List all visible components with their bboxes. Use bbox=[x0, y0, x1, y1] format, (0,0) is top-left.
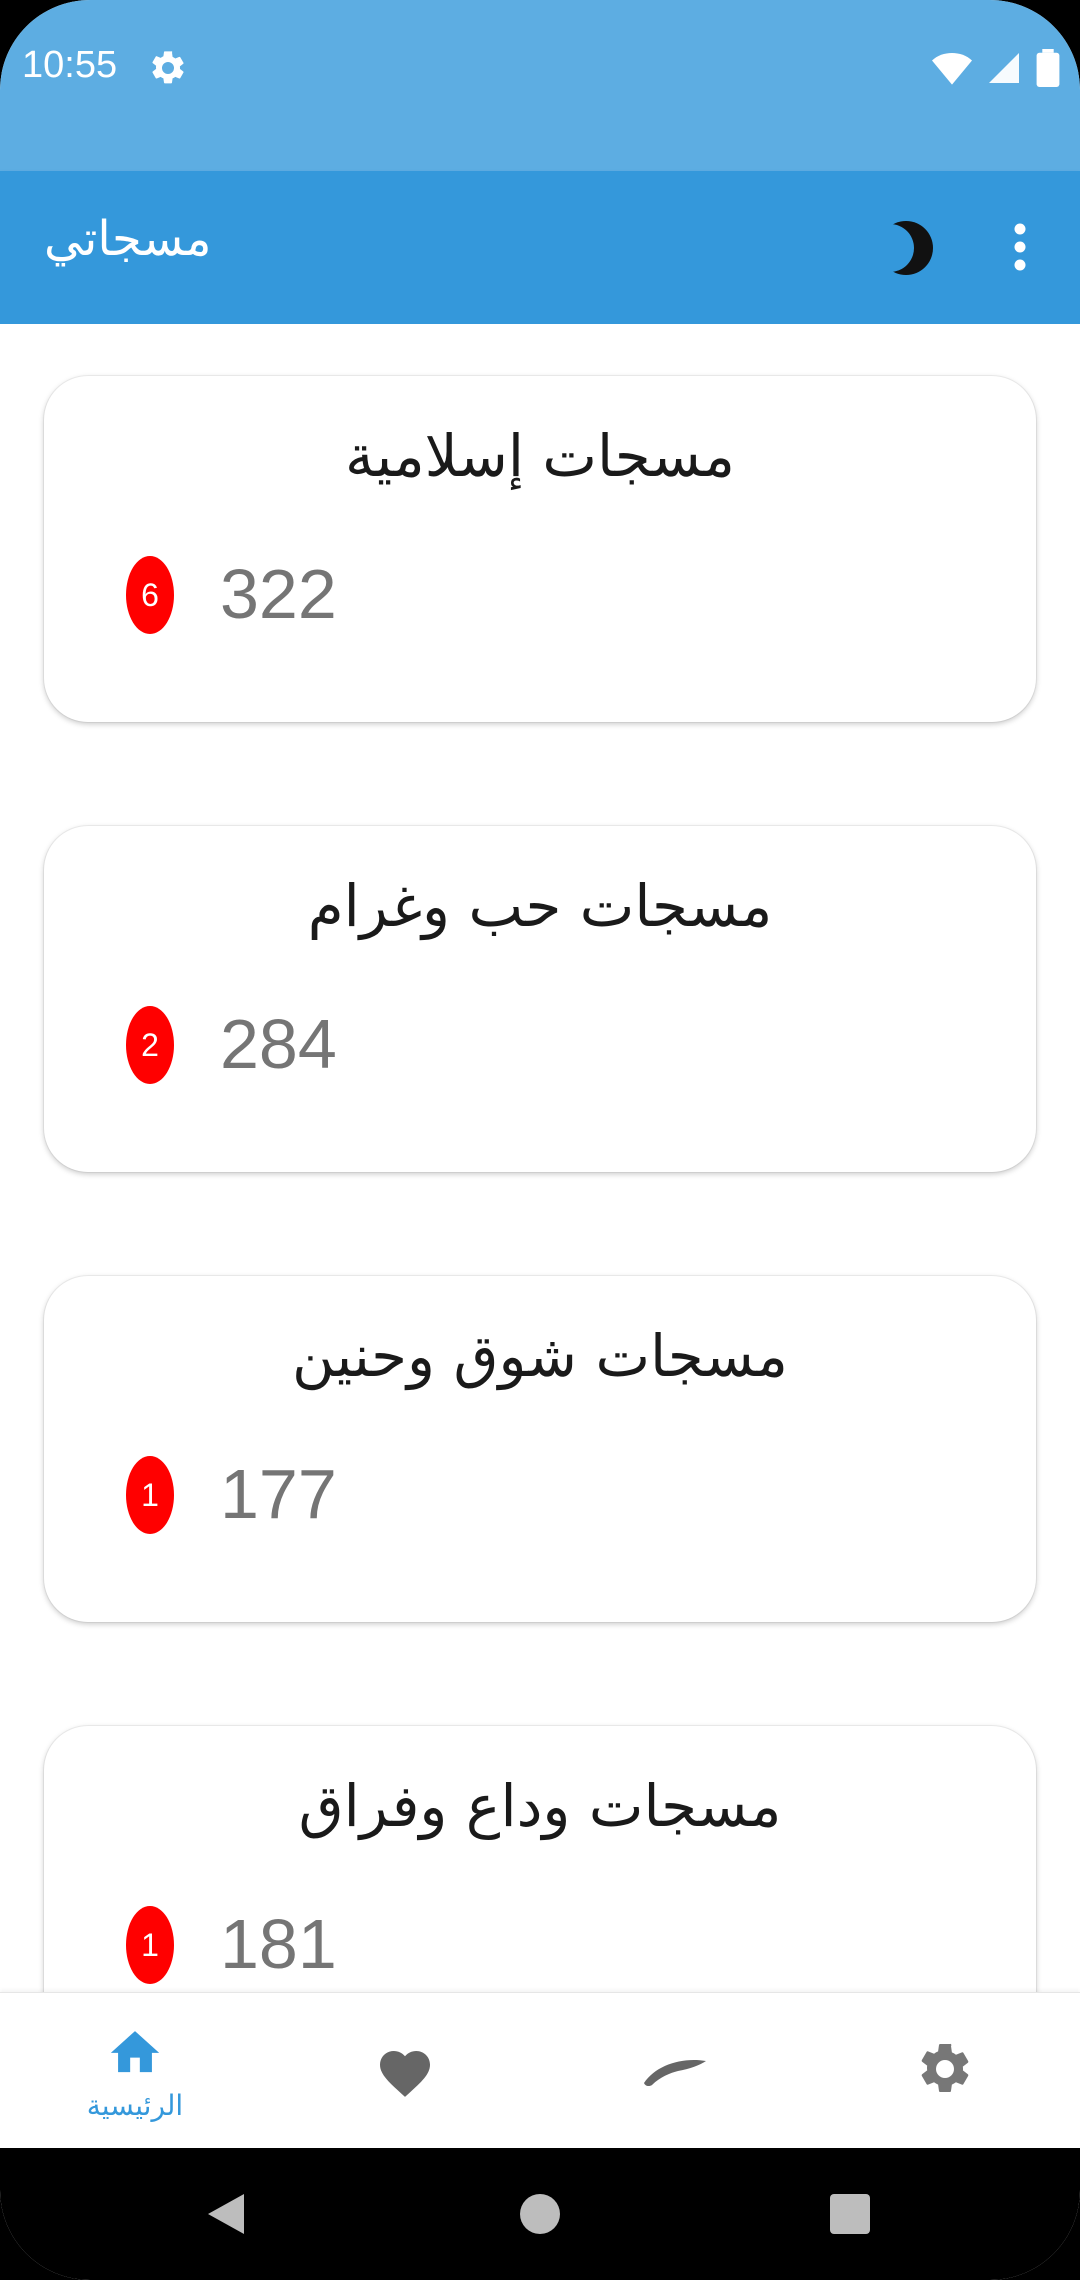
nav-item-settings[interactable] bbox=[810, 1993, 1080, 2149]
bottom-navigation: الرئيسية bbox=[0, 1992, 1080, 2149]
more-vert-icon[interactable] bbox=[1000, 217, 1040, 277]
moon-icon[interactable] bbox=[870, 213, 940, 283]
category-card[interactable]: مسجات وداع وفراق 1 181 bbox=[44, 1726, 1036, 1992]
nav-item-favorites[interactable] bbox=[270, 1993, 540, 2149]
nav-label-home: الرئيسية bbox=[86, 2089, 184, 2122]
message-count: 181 bbox=[220, 1905, 337, 1983]
nav-item-write[interactable] bbox=[540, 1993, 810, 2149]
gear-icon bbox=[152, 51, 184, 84]
message-count: 284 bbox=[220, 1005, 337, 1083]
message-count: 322 bbox=[220, 555, 337, 633]
app-bar: مسجاتي bbox=[0, 171, 1080, 324]
device-screen: 10:55 مسجاتي مسجات إسلامية 6 322 مسجات ح… bbox=[0, 0, 1080, 2280]
app-title: مسجاتي bbox=[44, 211, 212, 267]
new-badge: 6 bbox=[126, 556, 174, 634]
category-title: مسجات إسلامية bbox=[345, 422, 735, 490]
category-title: مسجات حب وغرام bbox=[307, 872, 773, 940]
category-card[interactable]: مسجات إسلامية 6 322 bbox=[44, 376, 1036, 722]
category-card[interactable]: مسجات شوق وحنين 1 177 bbox=[44, 1276, 1036, 1622]
system-navigation-bar bbox=[0, 2148, 1080, 2280]
category-list[interactable]: مسجات إسلامية 6 322 مسجات حب وغرام 2 284… bbox=[0, 324, 1080, 1992]
feather-icon bbox=[644, 2059, 706, 2087]
signal-icon bbox=[989, 53, 1019, 83]
new-badge: 1 bbox=[126, 1906, 174, 1984]
battery-icon bbox=[1036, 49, 1060, 87]
category-title: مسجات شوق وحنين bbox=[292, 1322, 788, 1390]
home-circle-icon[interactable] bbox=[518, 2192, 562, 2236]
nav-item-home[interactable]: الرئيسية bbox=[0, 1993, 270, 2149]
wifi-icon bbox=[932, 53, 972, 85]
heart-icon bbox=[380, 2051, 430, 2097]
recents-icon[interactable] bbox=[828, 2192, 872, 2236]
home-icon bbox=[110, 2031, 160, 2073]
status-bar: 10:55 bbox=[0, 0, 1080, 171]
category-title: مسجات وداع وفراق bbox=[298, 1772, 782, 1840]
message-count: 177 bbox=[220, 1455, 337, 1533]
status-icons bbox=[932, 48, 1060, 88]
new-badge: 2 bbox=[126, 1006, 174, 1084]
new-badge: 1 bbox=[126, 1456, 174, 1534]
status-time: 10:55 bbox=[22, 44, 118, 86]
category-card[interactable]: مسجات حب وغرام 2 284 bbox=[44, 826, 1036, 1172]
settings-icon bbox=[921, 2043, 969, 2092]
back-icon[interactable] bbox=[204, 2190, 248, 2238]
